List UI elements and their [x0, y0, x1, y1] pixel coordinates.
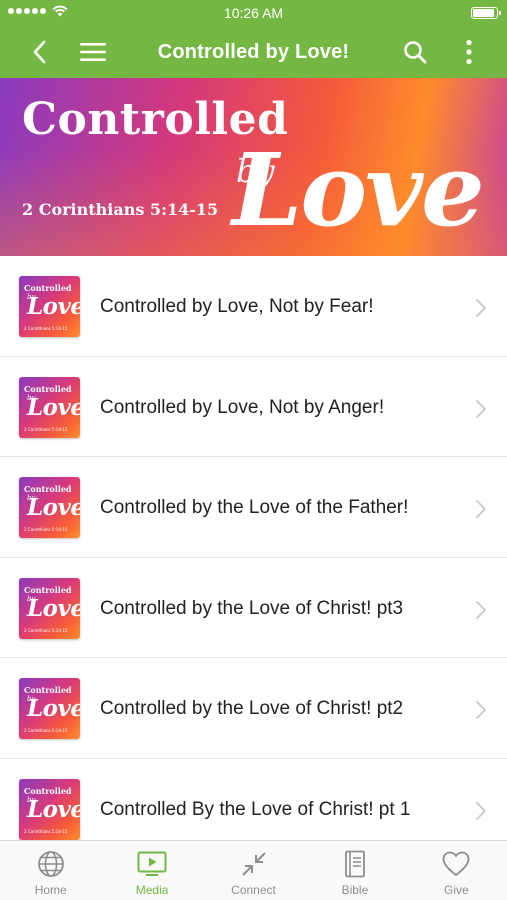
sermon-list-item[interactable]: Controlled by Love 2 Corinthians 5:14-15…	[0, 356, 507, 457]
sermon-title: Controlled by the Love of Christ! pt3	[100, 597, 404, 619]
page-title: Controlled by Love!	[157, 41, 350, 63]
battery-icon	[471, 7, 501, 19]
thumbnail-love: Love	[27, 594, 80, 622]
search-icon	[404, 41, 427, 64]
tab-connect[interactable]: Connect	[203, 841, 304, 900]
thumbnail-verse: 2 Corinthians 5:14-15	[24, 426, 68, 432]
thumbnail-verse: 2 Corinthians 5:14-15	[24, 527, 68, 532]
tab-label: Connect	[231, 883, 276, 897]
sermon-title: Controlled By the Love of Christ! pt 1	[100, 798, 411, 820]
thumbnail-title: Controlled	[24, 283, 72, 293]
thumbnail-title: Controlled	[24, 484, 72, 494]
chevron-right-icon	[476, 600, 486, 619]
series-banner-image: Controlled by Love 2 Corinthians 5:14-15	[0, 78, 507, 256]
nav-bar: Controlled by Love!	[0, 26, 507, 78]
bible-book-icon	[340, 850, 370, 878]
sermon-thumbnail: Controlled by Love 2 Corinthians 5:14-15	[19, 376, 80, 438]
thumbnail-verse: 2 Corinthians 5:14-15	[24, 326, 68, 331]
chevron-right-icon	[476, 801, 486, 820]
thumbnail-love: Love	[27, 494, 80, 521]
sermon-list-item[interactable]: Controlled by Love 2 Corinthians 5:14-15…	[0, 557, 507, 658]
chevron-left-icon	[33, 40, 46, 64]
sermon-list-item[interactable]: Controlled by Love 2 Corinthians 5:14-15…	[0, 256, 507, 357]
collapse-arrows-icon	[239, 850, 269, 878]
more-options-button[interactable]	[452, 36, 486, 68]
tab-label: Give	[443, 883, 469, 897]
tab-bible[interactable]: Bible	[304, 841, 405, 900]
sermon-title: Controlled by Love, Not by Fear!	[100, 296, 374, 317]
sermon-title: Controlled by the Love of Christ! pt2	[100, 698, 404, 719]
thumbnail-title: Controlled	[24, 685, 72, 695]
tab-label: Home	[34, 883, 67, 897]
sermon-thumbnail: Controlled by Love 2 Corinthians 5:14-15	[19, 477, 80, 538]
sermon-thumbnail: Controlled by Love 2 Corinthians 5:14-15	[19, 678, 80, 739]
thumbnail-verse: 2 Corinthians 5:14-15	[24, 828, 68, 834]
sermon-thumbnail: Controlled by Love 2 Corinthians 5:14-15	[19, 778, 80, 840]
search-button[interactable]	[398, 36, 432, 68]
chevron-right-icon	[476, 500, 486, 518]
tab-label: Media	[135, 883, 169, 897]
sermon-thumbnail: Controlled by Love 2 Corinthians 5:14-15	[19, 577, 80, 639]
sermon-title: Controlled by Love, Not by Anger!	[100, 396, 385, 418]
sermon-list-item[interactable]: Controlled by Love 2 Corinthians 5:14-15…	[0, 758, 507, 840]
thumbnail-title: Controlled	[24, 383, 72, 394]
chevron-right-icon	[476, 299, 486, 317]
thumbnail-love: Love	[27, 293, 80, 320]
chevron-right-icon	[476, 399, 486, 418]
back-button[interactable]	[22, 36, 56, 68]
thumbnail-verse: 2 Corinthians 5:14-15	[24, 627, 68, 633]
sermon-list-item[interactable]: Controlled by Love 2 Corinthians 5:14-15…	[0, 658, 507, 759]
sermon-thumbnail: Controlled by Love 2 Corinthians 5:14-15	[19, 276, 80, 337]
tab-label: Bible	[341, 883, 369, 897]
thumbnail-title: Controlled	[24, 584, 72, 595]
chevron-right-icon	[476, 701, 486, 719]
sermon-title: Controlled by the Love of the Father!	[100, 497, 409, 518]
more-vertical-icon	[466, 39, 472, 65]
menu-button[interactable]	[76, 36, 110, 68]
sermon-list-item[interactable]: Controlled by Love 2 Corinthians 5:14-15…	[0, 457, 507, 558]
globe-icon	[36, 850, 66, 878]
thumbnail-love: Love	[27, 695, 80, 722]
tab-home[interactable]: Home	[0, 841, 101, 900]
thumbnail-title: Controlled	[24, 785, 72, 796]
tab-give[interactable]: Give	[406, 841, 507, 900]
media-play-icon	[137, 850, 167, 878]
banner-love: Love	[232, 131, 485, 249]
banner-verse: 2 Corinthians 5:14-15	[22, 200, 219, 219]
thumbnail-love: Love	[27, 393, 80, 421]
tab-media[interactable]: Media	[101, 841, 202, 900]
sermon-list: Controlled by Love 2 Corinthians 5:14-15…	[0, 256, 507, 840]
status-bar: 10:26 AM	[0, 0, 507, 26]
heart-icon	[441, 850, 471, 878]
thumbnail-love: Love	[27, 795, 80, 823]
thumbnail-verse: 2 Corinthians 5:14-15	[24, 728, 68, 733]
app-header: 10:26 AM Controlled by Love!	[0, 0, 507, 78]
hamburger-menu-icon	[80, 43, 106, 61]
status-time: 10:26 AM	[223, 5, 284, 21]
tab-bar: Home Media Connect Bible Give	[0, 840, 507, 900]
